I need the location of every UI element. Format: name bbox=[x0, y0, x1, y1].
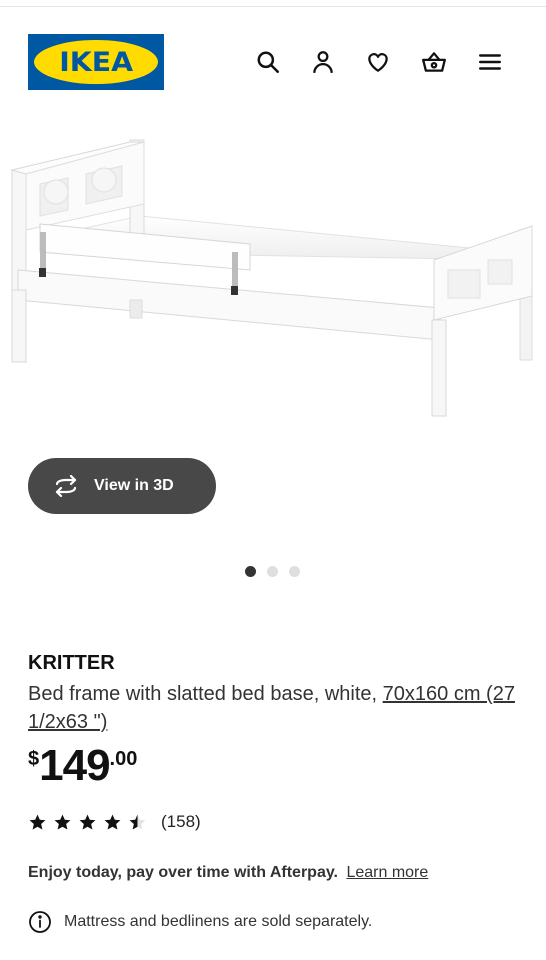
rotate-3d-icon bbox=[55, 475, 77, 497]
star-half-icon bbox=[128, 813, 147, 832]
carousel-indicator bbox=[0, 566, 546, 578]
basket-icon[interactable] bbox=[420, 48, 448, 76]
star-full-icon bbox=[78, 813, 97, 832]
site-header: IKEA bbox=[0, 34, 546, 90]
separate-items-notice: Mattress and bedlinens are sold separate… bbox=[28, 910, 372, 934]
view-in-3d-label: View in 3D bbox=[94, 477, 174, 494]
product-description-text: Bed frame with slatted bed base, white, bbox=[28, 683, 383, 705]
star-full-icon bbox=[28, 813, 47, 832]
logo-oval: IKEA bbox=[34, 40, 158, 84]
star-full-icon bbox=[103, 813, 122, 832]
afterpay-text: Enjoy today, pay over time with Afterpay… bbox=[28, 864, 338, 881]
search-icon[interactable] bbox=[254, 48, 282, 76]
product-rating[interactable]: (158) bbox=[28, 812, 201, 832]
ikea-logo[interactable]: IKEA bbox=[28, 34, 164, 90]
afterpay-message: Enjoy today, pay over time with Afterpay… bbox=[28, 864, 428, 882]
info-icon bbox=[29, 911, 51, 933]
notice-text: Mattress and bedlinens are sold separate… bbox=[64, 913, 373, 930]
menu-icon[interactable] bbox=[476, 48, 504, 76]
price-currency: $ bbox=[28, 748, 40, 770]
heart-icon[interactable] bbox=[364, 48, 392, 76]
carousel-dot[interactable] bbox=[245, 566, 256, 577]
product-image[interactable] bbox=[0, 120, 546, 440]
account-icon[interactable] bbox=[309, 48, 337, 76]
price-decimal: .00 bbox=[109, 748, 138, 770]
view-in-3d-button[interactable]: View in 3D bbox=[28, 458, 216, 514]
product-price: $ 149 .00 bbox=[28, 742, 137, 790]
product-name: KRITTER bbox=[28, 652, 115, 674]
top-divider bbox=[0, 6, 546, 7]
price-integer: 149 bbox=[39, 741, 110, 790]
carousel-dot[interactable] bbox=[289, 566, 300, 577]
learn-more-link[interactable]: Learn more bbox=[346, 864, 428, 881]
product-description: Bed frame with slatted bed base, white, … bbox=[28, 680, 528, 736]
star-full-icon bbox=[53, 813, 72, 832]
review-count[interactable]: (158) bbox=[161, 812, 201, 832]
carousel-dot[interactable] bbox=[267, 566, 278, 577]
rating-stars bbox=[28, 813, 147, 832]
logo-text: IKEA bbox=[59, 46, 133, 78]
